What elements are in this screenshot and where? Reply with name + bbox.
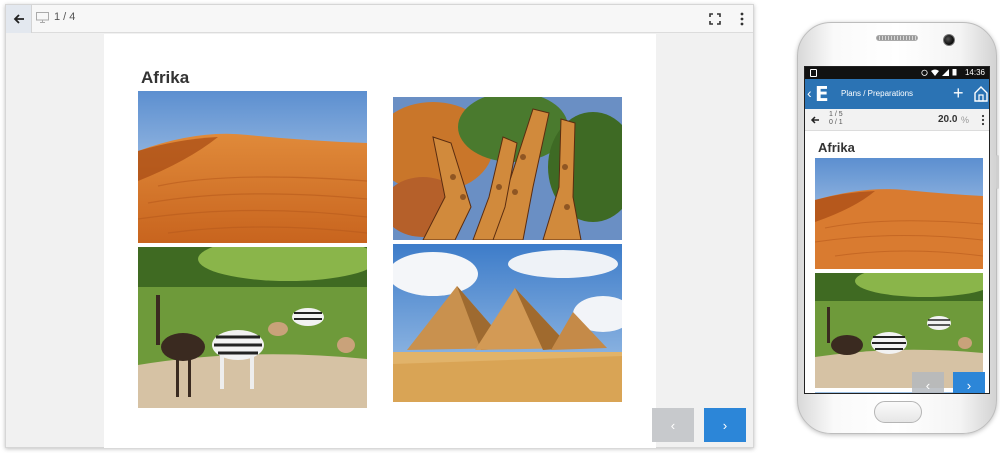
notification-icon <box>810 69 817 77</box>
app-title: Plans / Preparations <box>841 89 914 98</box>
status-icons <box>921 68 957 76</box>
mobile-slide-title: Afrika <box>818 140 855 155</box>
slide-counter-text: 1 / 4 <box>54 11 76 23</box>
slides-progress: 1 / 5 <box>829 111 843 118</box>
app-back-chevron-icon[interactable]: ‹ <box>807 85 812 101</box>
status-time: 14:36 <box>964 68 985 77</box>
chevron-right-icon: › <box>966 377 972 393</box>
progress-stats: 1 / 5 0 / 1 <box>829 111 843 127</box>
previous-slide-button[interactable]: ‹ <box>652 408 694 442</box>
chevron-left-icon: ‹ <box>925 377 931 393</box>
chevron-right-icon: › <box>722 417 728 433</box>
hardware-home-button[interactable] <box>874 401 922 423</box>
battery-icon <box>952 69 957 76</box>
zebras-ostriches-image <box>138 247 367 408</box>
home-icon[interactable] <box>973 85 989 103</box>
arrow-left-icon <box>13 14 24 24</box>
mobile-zebras-image <box>815 273 983 388</box>
speaker-grille <box>876 35 918 41</box>
app-logo: E <box>815 82 829 106</box>
mobile-next-slide-button[interactable]: › <box>953 372 985 393</box>
slide-title: Afrika <box>141 68 190 87</box>
status-bar: 14:36 <box>805 67 989 79</box>
tasks-progress: 0 / 1 <box>829 119 843 126</box>
stage: 1 / 4 Afrika ‹ › 14:36 ‹ E Plans / Prepa… <box>0 0 1000 453</box>
desktop-toolbar: 1 / 4 <box>6 5 753 33</box>
back-button[interactable] <box>6 5 32 33</box>
alarm-icon <box>921 69 928 76</box>
kebab-menu-icon[interactable] <box>981 114 985 126</box>
kebab-menu-icon[interactable] <box>739 11 745 27</box>
progress-percent: 20.0 <box>938 114 958 125</box>
giraffes-image <box>393 97 622 240</box>
monitor-icon <box>36 11 49 23</box>
slide-canvas: Afrika <box>104 34 656 448</box>
desktop-presentation-window: 1 / 4 Afrika ‹ › <box>5 4 754 448</box>
wifi-icon <box>931 69 939 76</box>
pyramids-image <box>393 244 622 402</box>
mobile-progress-bar: 1 / 5 0 / 1 20.0 % <box>805 109 989 131</box>
mobile-device: 14:36 ‹ E Plans / Preparations + 1 / 5 0 <box>797 22 999 434</box>
front-camera <box>943 34 955 46</box>
mobile-screen: 14:36 ‹ E Plans / Preparations + 1 / 5 0 <box>804 66 990 394</box>
arrow-left-icon[interactable] <box>810 114 820 126</box>
side-button <box>996 155 999 189</box>
next-slide-button[interactable]: › <box>704 408 746 442</box>
app-bar: ‹ E Plans / Preparations + <box>805 79 989 109</box>
fullscreen-icon[interactable] <box>708 12 722 26</box>
chevron-left-icon: ‹ <box>670 417 676 433</box>
signal-icon <box>942 68 949 76</box>
add-icon[interactable]: + <box>953 83 964 103</box>
mobile-desert-image <box>815 158 983 269</box>
progress-percent-unit: % <box>961 115 970 125</box>
slide-counter: 1 / 4 <box>36 11 75 23</box>
mobile-previous-slide-button[interactable]: ‹ <box>912 372 944 393</box>
desert-image <box>138 91 367 243</box>
